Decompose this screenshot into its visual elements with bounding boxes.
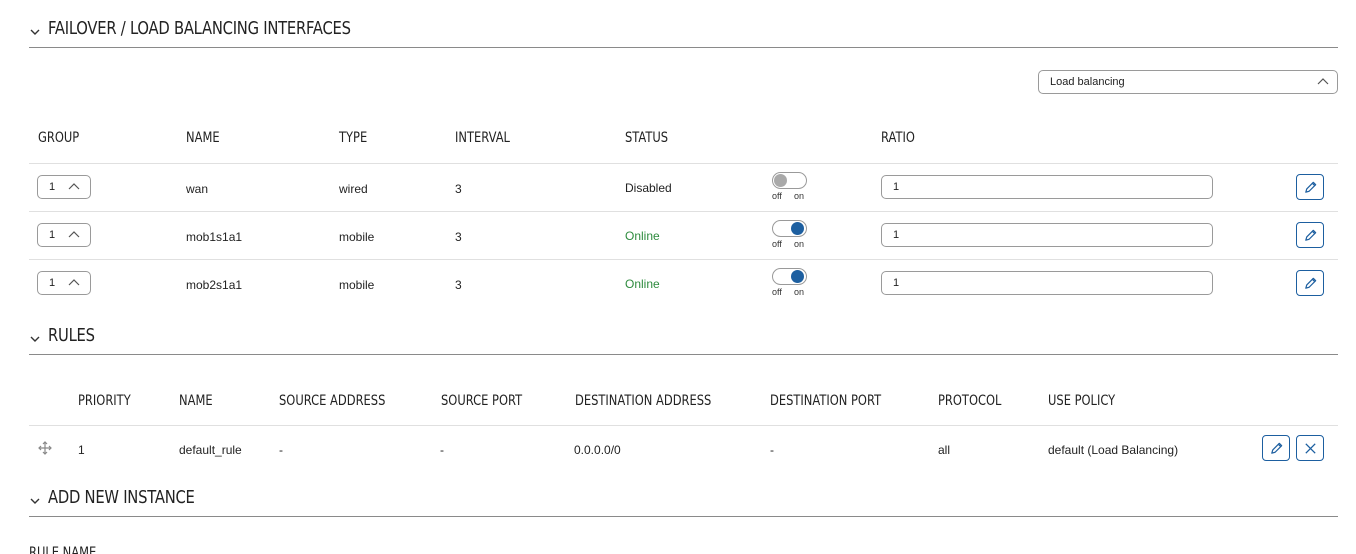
section-title: FAILOVER / LOAD BALANCING INTERFACES bbox=[48, 18, 351, 39]
interface-interval: 3 bbox=[455, 182, 462, 196]
interface-name: wan bbox=[186, 182, 209, 196]
enable-toggle[interactable]: off on bbox=[772, 172, 808, 202]
interface-interval: 3 bbox=[455, 278, 462, 292]
ratio-input[interactable]: 1 bbox=[881, 175, 1213, 199]
rule-name: default_rule bbox=[179, 443, 242, 457]
chevron-up-icon[interactable] bbox=[68, 229, 80, 241]
toggle-on-label: on bbox=[794, 191, 805, 201]
chevron-down-icon[interactable] bbox=[29, 333, 41, 345]
close-icon bbox=[1305, 443, 1316, 454]
column-header-interval: INTERVAL bbox=[455, 130, 510, 146]
interface-name: mob2s1a1 bbox=[186, 278, 243, 292]
ratio-value: 1 bbox=[893, 277, 900, 289]
mode-select[interactable]: Load balancing bbox=[1038, 70, 1338, 94]
toggle-off-label: off bbox=[772, 191, 782, 201]
pencil-icon bbox=[1271, 442, 1283, 454]
rules-section-header[interactable]: RULES bbox=[29, 325, 1338, 355]
chevron-down-icon[interactable] bbox=[29, 495, 41, 507]
rule-priority: 1 bbox=[78, 443, 85, 457]
column-header-status: STATUS bbox=[625, 130, 669, 146]
interface-type: wired bbox=[339, 182, 368, 196]
column-header-ratio: RATIO bbox=[881, 130, 915, 146]
delete-button[interactable] bbox=[1296, 435, 1324, 461]
group-value: 1 bbox=[49, 181, 56, 193]
chevron-up-icon[interactable] bbox=[68, 181, 80, 193]
ratio-input[interactable]: 1 bbox=[881, 271, 1213, 295]
rule-protocol: all bbox=[938, 443, 951, 457]
interface-name: mob1s1a1 bbox=[186, 230, 243, 244]
column-header-source-address: SOURCE ADDRESS bbox=[279, 393, 386, 409]
pencil-icon bbox=[1305, 181, 1317, 193]
ratio-value: 1 bbox=[893, 229, 900, 241]
toggle-off-label: off bbox=[772, 239, 782, 249]
interface-type: mobile bbox=[339, 230, 375, 244]
column-header-use-policy: USE POLICY bbox=[1048, 393, 1116, 409]
group-stepper[interactable]: 1 bbox=[37, 175, 91, 199]
column-header-destination-address: DESTINATION ADDRESS bbox=[575, 393, 712, 409]
rule-destination-address: 0.0.0.0/0 bbox=[574, 443, 621, 457]
edit-button[interactable] bbox=[1296, 222, 1324, 248]
interface-type: mobile bbox=[339, 278, 375, 292]
column-header-destination-port: DESTINATION PORT bbox=[770, 393, 882, 409]
chevron-up-icon bbox=[1317, 78, 1329, 85]
section-title: RULES bbox=[48, 325, 95, 346]
toggle-knob bbox=[791, 222, 804, 235]
rule-name-label: RULE NAME bbox=[29, 545, 97, 554]
rule-source-address: - bbox=[279, 443, 283, 457]
ratio-input[interactable]: 1 bbox=[881, 223, 1213, 247]
rule-source-port: - bbox=[440, 443, 444, 457]
pencil-icon bbox=[1305, 229, 1317, 241]
column-header-priority: PRIORITY bbox=[78, 393, 131, 409]
column-header-source-port: SOURCE PORT bbox=[441, 393, 523, 409]
enable-toggle[interactable]: off on bbox=[772, 220, 808, 250]
column-header-group: GROUP bbox=[38, 130, 80, 146]
section-title: ADD NEW INSTANCE bbox=[48, 487, 195, 508]
edit-button[interactable] bbox=[1296, 174, 1324, 200]
enable-toggle[interactable]: off on bbox=[772, 268, 808, 298]
toggle-knob bbox=[791, 270, 804, 283]
rule-destination-port: - bbox=[770, 443, 774, 457]
row-divider bbox=[29, 259, 1338, 260]
mode-select-value: Load balancing bbox=[1050, 76, 1125, 88]
interface-status: Online bbox=[625, 229, 660, 243]
add-instance-section-header[interactable]: ADD NEW INSTANCE bbox=[29, 487, 1338, 517]
column-header-name: NAME bbox=[179, 393, 213, 409]
group-stepper[interactable]: 1 bbox=[37, 223, 91, 247]
pencil-icon bbox=[1305, 277, 1317, 289]
interface-status: Disabled bbox=[625, 181, 672, 195]
row-divider bbox=[29, 163, 1338, 164]
move-icon[interactable] bbox=[38, 441, 52, 455]
edit-button[interactable] bbox=[1262, 435, 1290, 461]
rule-use-policy: default (Load Balancing) bbox=[1048, 443, 1179, 457]
interface-interval: 3 bbox=[455, 230, 462, 244]
toggle-off-label: off bbox=[772, 287, 782, 297]
chevron-down-icon[interactable] bbox=[29, 26, 41, 38]
column-header-type: TYPE bbox=[339, 130, 368, 146]
column-header-name: NAME bbox=[186, 130, 220, 146]
edit-button[interactable] bbox=[1296, 270, 1324, 296]
failover-section-header[interactable]: FAILOVER / LOAD BALANCING INTERFACES bbox=[29, 18, 1338, 48]
ratio-value: 1 bbox=[893, 181, 900, 193]
row-divider bbox=[29, 211, 1338, 212]
chevron-up-icon[interactable] bbox=[68, 277, 80, 289]
row-divider bbox=[29, 425, 1338, 426]
toggle-knob bbox=[774, 174, 787, 187]
toggle-on-label: on bbox=[794, 287, 805, 297]
group-value: 1 bbox=[49, 277, 56, 289]
group-stepper[interactable]: 1 bbox=[37, 271, 91, 295]
toggle-on-label: on bbox=[794, 239, 805, 249]
column-header-protocol: PROTOCOL bbox=[938, 393, 1002, 409]
group-value: 1 bbox=[49, 229, 56, 241]
interface-status: Online bbox=[625, 277, 660, 291]
